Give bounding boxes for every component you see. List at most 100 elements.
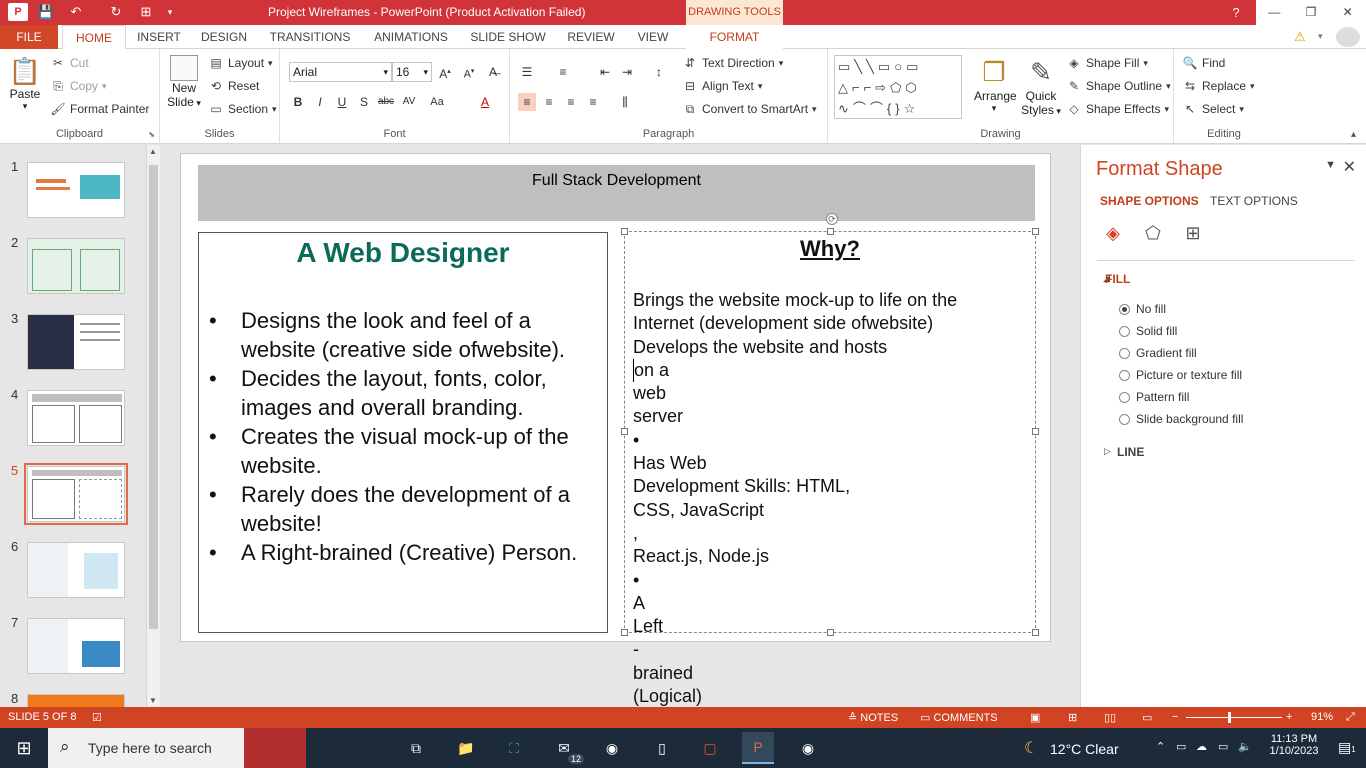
slide-thumbnail-6[interactable]: [27, 542, 125, 598]
select-button[interactable]: ↖ Select ▾: [1182, 102, 1244, 116]
tab-text-options[interactable]: TEXT OPTIONS: [1210, 194, 1298, 208]
slide-thumbnail-3[interactable]: [27, 314, 125, 370]
clock[interactable]: 11:13 PM 1/10/2023: [1264, 733, 1324, 757]
normal-view-icon[interactable]: ▣: [1030, 711, 1040, 724]
store-icon[interactable]: ⛶: [498, 732, 530, 764]
effects-icon[interactable]: ⬠: [1141, 223, 1165, 247]
right-text-box[interactable]: ⟳ Why? Brings the website mock-up to lif…: [621, 213, 1039, 706]
radio-gradient-fill[interactable]: Gradient fill: [1119, 346, 1197, 360]
powerpoint-app-icon[interactable]: P: [8, 3, 28, 21]
customize-qat-icon[interactable]: ▾: [160, 3, 180, 21]
radio-pattern-fill[interactable]: Pattern fill: [1119, 390, 1189, 404]
show-hidden-icons[interactable]: ⌃: [1156, 740, 1165, 753]
slide-thumbnail-8[interactable]: [27, 694, 125, 707]
font-name-combo[interactable]: Arial ▾: [289, 62, 392, 82]
warning-icon[interactable]: ⚠: [1294, 29, 1306, 45]
notifications-icon[interactable]: ▤1: [1338, 739, 1356, 756]
tab-format[interactable]: FORMAT: [686, 25, 783, 49]
slide[interactable]: Full Stack Development A Web Designer De…: [180, 153, 1051, 706]
clear-formatting-icon[interactable]: A̶: [484, 63, 502, 81]
weather-text[interactable]: 12°C Clear: [1050, 741, 1119, 757]
reset-button[interactable]: ⟲ Reset: [208, 79, 259, 93]
font-color-icon[interactable]: A: [476, 93, 494, 111]
convert-smartart-button[interactable]: ⧉ Convert to SmartArt ▾: [682, 102, 817, 116]
tab-slide-show[interactable]: SLIDE SHOW: [466, 25, 550, 49]
shape-fill-button[interactable]: ◈ Shape Fill ▾: [1066, 56, 1148, 70]
paste-button[interactable]: 📋 Paste ▾: [6, 55, 44, 133]
zoom-slider[interactable]: [1186, 717, 1282, 718]
cut-button[interactable]: ✂ Cut: [50, 56, 89, 70]
slide-thumbnail-7[interactable]: [27, 618, 125, 674]
reading-view-icon[interactable]: ▯▯: [1104, 711, 1116, 724]
line-spacing-icon[interactable]: ↕: [650, 63, 668, 81]
slide-thumbnail-4[interactable]: [27, 390, 125, 446]
left-text-box[interactable]: A Web Designer Designs the look and feel…: [198, 232, 608, 633]
format-painter-button[interactable]: 🖌 Format Painter: [50, 102, 149, 116]
align-center-icon[interactable]: ≡: [540, 93, 558, 111]
notepad-icon[interactable]: ▯: [646, 732, 678, 764]
radio-picture-fill[interactable]: Picture or texture fill: [1119, 368, 1242, 382]
shapes-gallery[interactable]: ▭╲╲▭○▭ △⌐⌐⇨⬠⬡ ∿⌒⌒{}☆: [834, 55, 962, 119]
justify-icon[interactable]: ≡: [584, 93, 602, 111]
quick-styles-button[interactable]: ✎ Quick Styles ▾: [1020, 55, 1062, 117]
copy-button[interactable]: ⎘ Copy ▾: [50, 79, 106, 93]
resize-handle[interactable]: [621, 228, 628, 235]
bold-icon[interactable]: B: [289, 93, 307, 111]
avatar[interactable]: [1336, 27, 1360, 47]
resize-handle[interactable]: [1032, 428, 1039, 435]
thumbnails-scrollbar[interactable]: ▲ ▼: [146, 145, 160, 707]
increase-font-size-icon[interactable]: A▴: [436, 63, 454, 81]
resize-handle[interactable]: [1032, 629, 1039, 636]
comments-button[interactable]: ▭ COMMENTS: [920, 711, 998, 724]
start-from-beginning-icon[interactable]: ⊞: [136, 3, 156, 21]
tab-view[interactable]: VIEW: [630, 25, 676, 49]
spelling-icon[interactable]: ☑: [92, 711, 102, 724]
start-button[interactable]: ⊞: [0, 728, 48, 768]
shape-outline-button[interactable]: ✎ Shape Outline ▾: [1066, 79, 1171, 93]
character-spacing-icon[interactable]: AV: [400, 93, 418, 111]
decrease-font-size-icon[interactable]: A▾: [460, 63, 478, 81]
tab-animations[interactable]: ANIMATIONS: [366, 25, 456, 49]
shape-effects-button[interactable]: ◇ Shape Effects ▾: [1066, 102, 1169, 116]
resize-handle[interactable]: [621, 428, 628, 435]
restore-button[interactable]: ❐: [1293, 0, 1330, 25]
radio-no-fill[interactable]: No fill: [1119, 302, 1166, 316]
moon-weather-icon[interactable]: ☾: [1024, 738, 1038, 758]
line-section-header[interactable]: LINE: [1117, 445, 1144, 459]
increase-indent-icon[interactable]: ⇥: [618, 63, 636, 81]
redo-icon[interactable]: ↻: [106, 3, 126, 21]
section-button[interactable]: ▭ Section ▾: [208, 102, 276, 116]
dialog-launcher-icon[interactable]: ⬊: [148, 130, 155, 139]
change-case-icon[interactable]: Aa: [428, 93, 446, 111]
rotate-handle[interactable]: ⟳: [826, 213, 838, 225]
collapse-ribbon-icon[interactable]: ▴: [1351, 129, 1356, 140]
zoom-level[interactable]: 91%: [1311, 711, 1333, 723]
size-properties-icon[interactable]: ⊞: [1181, 223, 1205, 247]
zoom-in-icon[interactable]: +: [1286, 711, 1292, 723]
tab-design[interactable]: DESIGN: [196, 25, 252, 49]
find-button[interactable]: 🔍 Find: [1182, 56, 1226, 70]
bullets-icon[interactable]: ☰: [518, 63, 536, 81]
close-button[interactable]: ✕: [1329, 0, 1366, 25]
volume-icon[interactable]: 🔈: [1238, 740, 1252, 753]
text-shadow-icon[interactable]: S: [355, 93, 373, 111]
tab-shape-options[interactable]: SHAPE OPTIONS: [1100, 194, 1199, 208]
pane-options-icon[interactable]: ▼: [1325, 159, 1336, 171]
arrange-button[interactable]: ❐ Arrange ▾: [974, 55, 1017, 114]
battery-icon[interactable]: ▭: [1218, 740, 1228, 753]
slide-thumbnail-5[interactable]: [24, 463, 128, 525]
columns-icon[interactable]: ⫼: [616, 93, 634, 111]
minimize-button[interactable]: —: [1256, 0, 1293, 25]
onedrive-icon[interactable]: ☁: [1196, 740, 1207, 753]
zoom-slider-thumb[interactable]: [1228, 712, 1231, 723]
chrome-icon[interactable]: ◉: [596, 732, 628, 764]
numbering-icon[interactable]: ≡: [554, 63, 572, 81]
chrome-profile-icon[interactable]: ◉: [792, 732, 824, 764]
italic-icon[interactable]: I: [311, 93, 329, 111]
powerpoint-taskbar-icon[interactable]: P: [742, 732, 774, 764]
taskbar-search[interactable]: ⌕ Type here to search: [48, 728, 306, 768]
mail-icon[interactable]: ✉ 12: [548, 732, 584, 764]
file-explorer-icon[interactable]: 📁: [450, 732, 482, 764]
help-icon[interactable]: ?: [1226, 3, 1246, 21]
fit-to-window-icon[interactable]: ⤢: [1346, 711, 1355, 724]
